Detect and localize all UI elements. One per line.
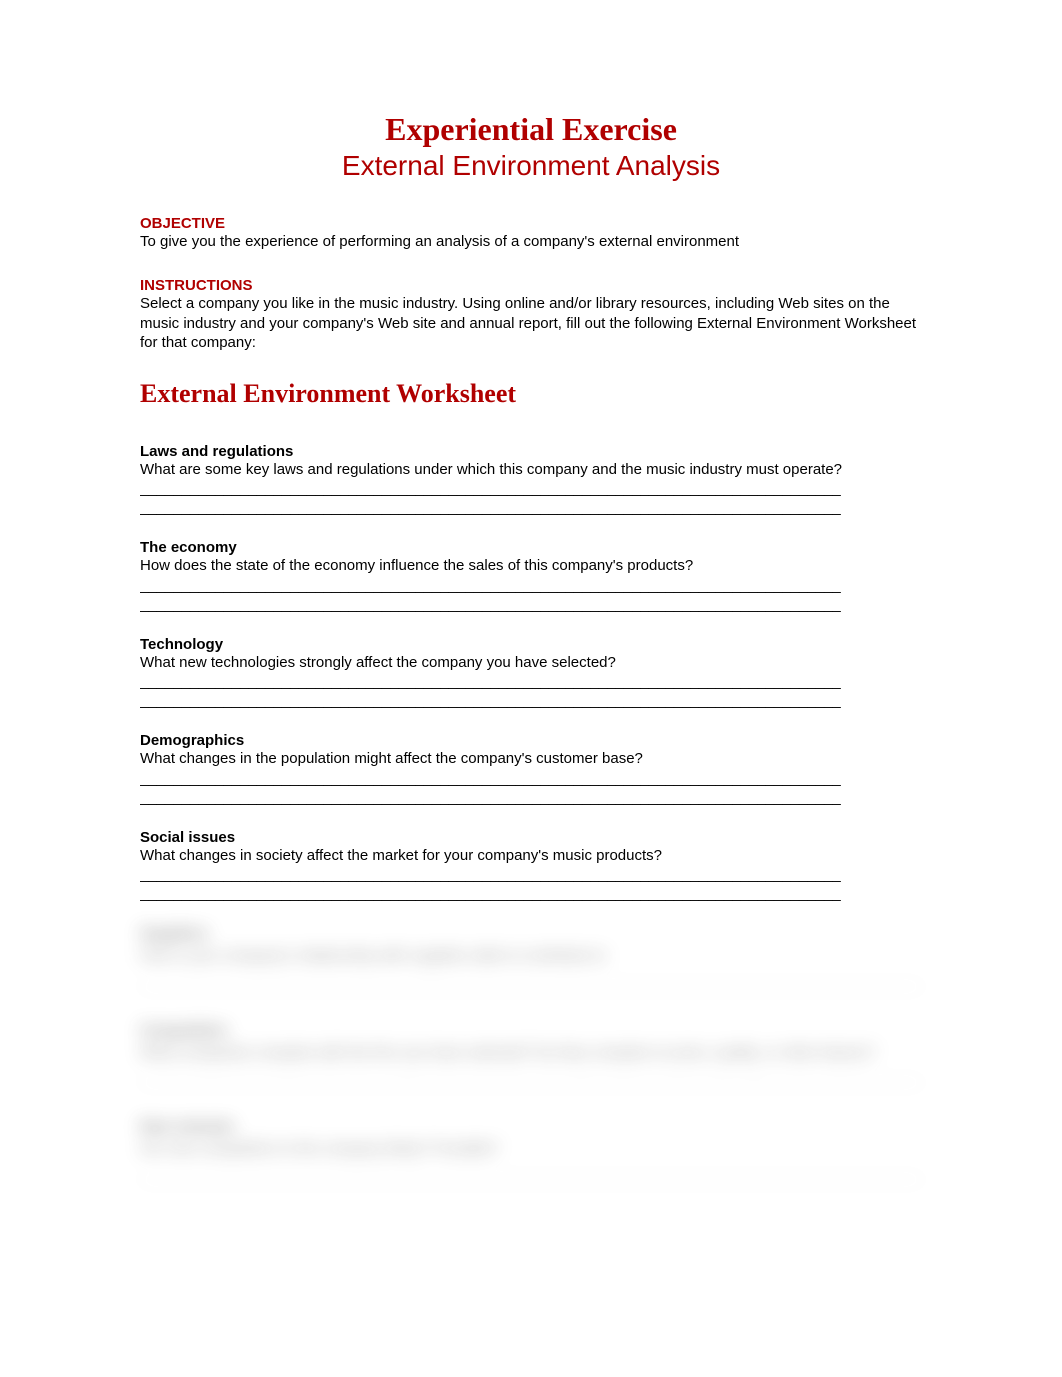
section-question: What changes in society affect the marke…: [140, 846, 922, 866]
answer-line[interactable]: ________________________________________…: [140, 865, 922, 884]
worksheet-section: Technology What new technologies strongl…: [140, 636, 922, 711]
blurred-lines: [140, 1068, 922, 1096]
section-question: What new technologies strongly affect th…: [140, 653, 922, 673]
blurred-heading: New entrants: [140, 1118, 922, 1135]
title-sub: External Environment Analysis: [140, 148, 922, 184]
instructions-label: INSTRUCTIONS: [140, 277, 922, 294]
answer-line[interactable]: ________________________________________…: [140, 498, 922, 517]
answer-line[interactable]: ________________________________________…: [140, 769, 922, 788]
section-heading: The economy: [140, 539, 922, 556]
blurred-text: Are new competitors to the company likel…: [140, 1139, 922, 1159]
blurred-lines: [140, 972, 922, 1000]
answer-line[interactable]: ________________________________________…: [140, 672, 922, 691]
section-heading: Demographics: [140, 732, 922, 749]
section-question: How does the state of the economy influe…: [140, 556, 922, 576]
blurred-heading: Suppliers: [140, 925, 922, 942]
answer-line[interactable]: ________________________________________…: [140, 576, 922, 595]
section-heading: Laws and regulations: [140, 443, 922, 460]
section-question: What changes in the population might aff…: [140, 749, 922, 769]
answer-line[interactable]: ________________________________________…: [140, 884, 922, 903]
worksheet-title: External Environment Worksheet: [140, 379, 922, 409]
blurred-text: How is your company's relationship with …: [140, 946, 922, 966]
title-main: Experiential Exercise: [140, 110, 922, 148]
blurred-lines: [140, 1165, 922, 1193]
worksheet-section: Social issues What changes in society af…: [140, 829, 922, 904]
worksheet-section: Demographics What changes in the populat…: [140, 732, 922, 807]
answer-line[interactable]: ________________________________________…: [140, 691, 922, 710]
worksheet-section: Laws and regulations What are some key l…: [140, 443, 922, 518]
section-heading: Social issues: [140, 829, 922, 846]
answer-line[interactable]: ________________________________________…: [140, 595, 922, 614]
section-question: What are some key laws and regulations u…: [140, 460, 922, 480]
worksheet-section: The economy How does the state of the ec…: [140, 539, 922, 614]
objective-text: To give you the experience of performing…: [140, 232, 922, 252]
instructions-text: Select a company you like in the music i…: [140, 294, 922, 353]
answer-line[interactable]: ________________________________________…: [140, 788, 922, 807]
section-heading: Technology: [140, 636, 922, 653]
answer-line[interactable]: ________________________________________…: [140, 479, 922, 498]
objective-label: OBJECTIVE: [140, 215, 922, 232]
blurred-text: What companies compete with the firm you…: [140, 1043, 922, 1063]
blurred-content: Suppliers How is your company's relation…: [140, 925, 922, 1193]
blurred-heading: Competition: [140, 1022, 922, 1039]
